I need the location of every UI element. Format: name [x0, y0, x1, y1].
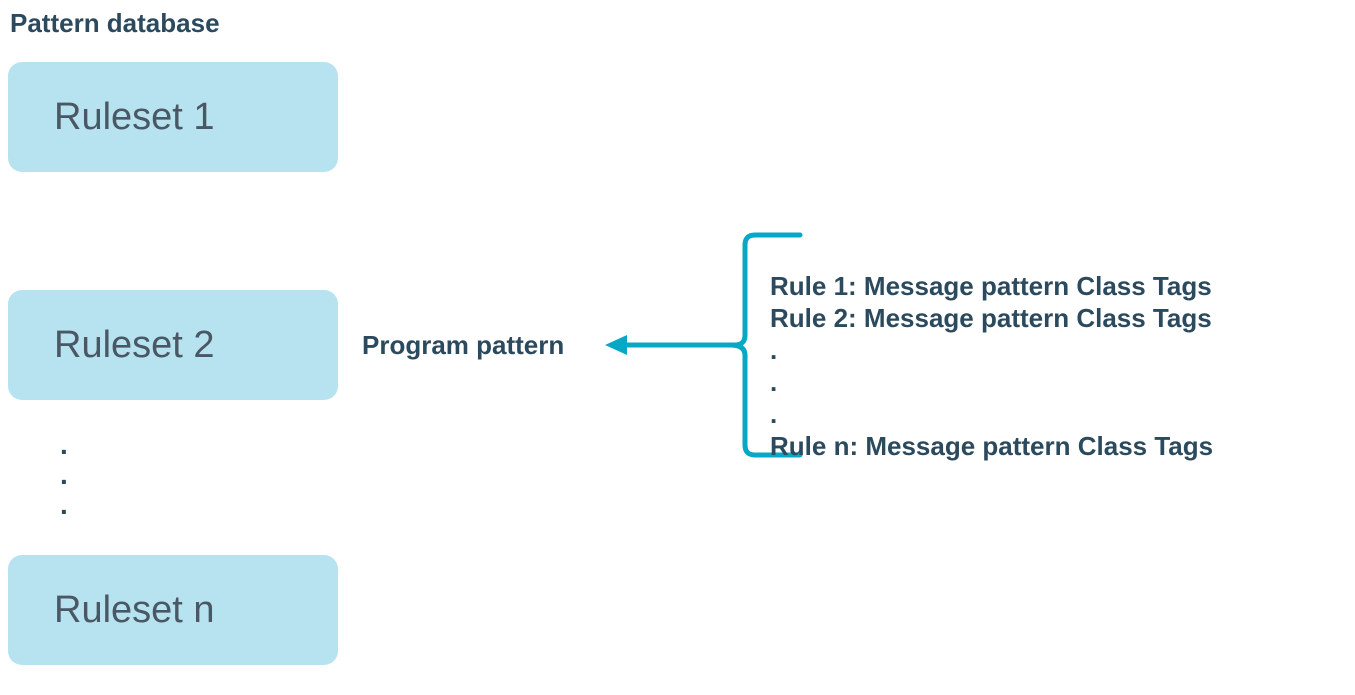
rule-n-line: Rule n: Message pattern Class Tags: [770, 430, 1213, 462]
ruleset-1-box: Ruleset 1: [8, 62, 338, 172]
ruleset-ellipsis: . . .: [60, 430, 68, 520]
pattern-database-title: Pattern database: [10, 8, 220, 39]
rules-ellipsis: . . .: [770, 334, 1213, 430]
ruleset-1-label: Ruleset 1: [54, 96, 215, 139]
rule-1-line: Rule 1: Message pattern Class Tags: [770, 270, 1213, 302]
ruleset-2-box: Ruleset 2: [8, 290, 338, 400]
diagram-canvas: Pattern database Ruleset 1 Ruleset 2 . .…: [0, 0, 1355, 695]
ruleset-n-label: Ruleset n: [54, 589, 215, 632]
rule-2-line: Rule 2: Message pattern Class Tags: [770, 302, 1213, 334]
program-pattern-label: Program pattern: [362, 330, 564, 361]
rules-list: Rule 1: Message pattern Class Tags Rule …: [770, 270, 1213, 462]
ruleset-n-box: Ruleset n: [8, 555, 338, 665]
ruleset-2-label: Ruleset 2: [54, 324, 215, 367]
